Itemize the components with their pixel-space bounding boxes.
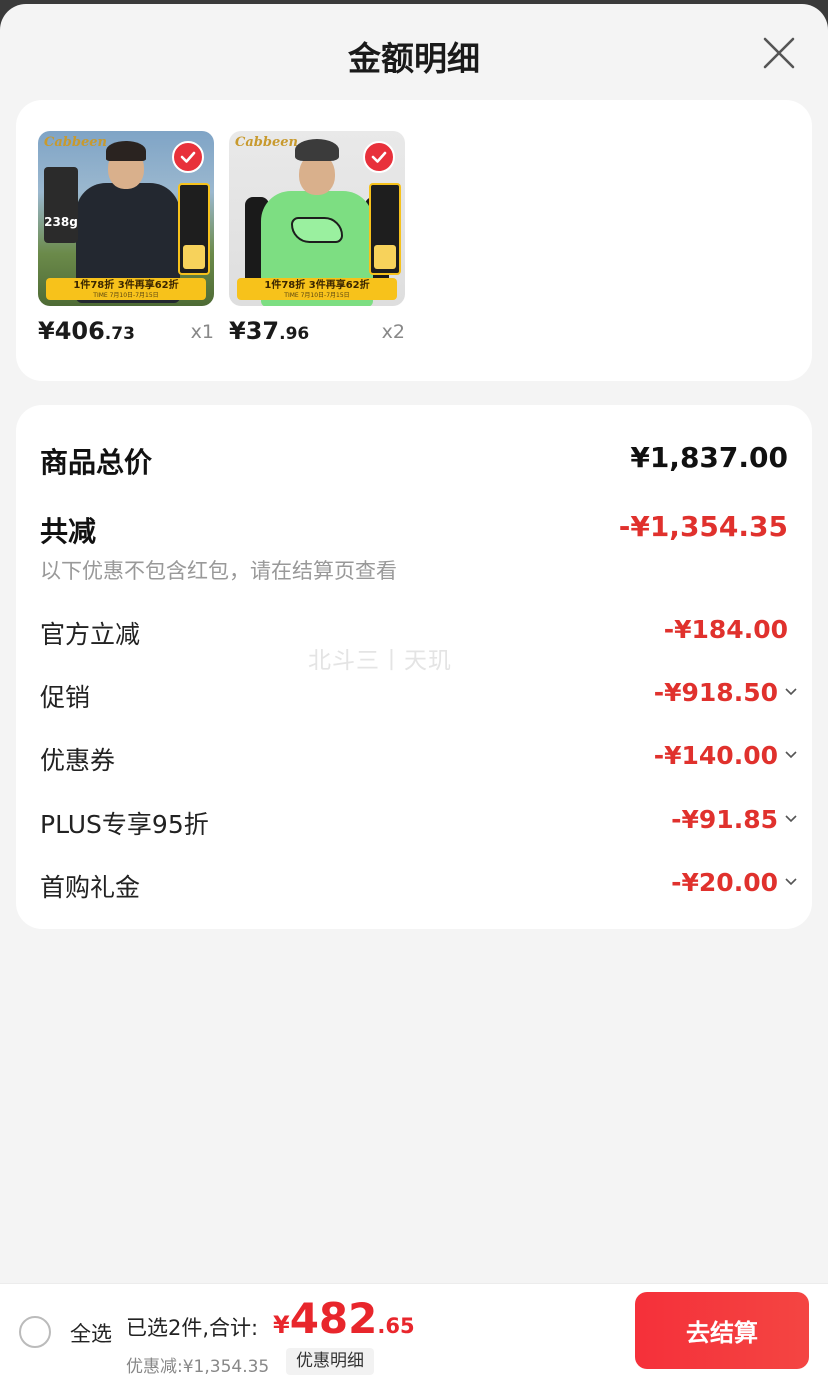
discount-label: 首购礼金 — [40, 873, 141, 902]
promo-side-panel — [369, 183, 401, 275]
discount-label: PLUS专享95折 — [40, 810, 209, 839]
product-quantity: x2 — [381, 321, 405, 343]
chevron-down-icon[interactable] — [784, 874, 798, 888]
sheet-header: 金额明细 — [0, 4, 828, 100]
discount-detail-button[interactable]: 优惠明细 — [286, 1348, 374, 1375]
product-item[interactable]: Cabbeen 1件78折 3件再享62折 TIME 7月10日-7月15日 ¥… — [229, 131, 405, 345]
select-all-radio[interactable] — [19, 1316, 51, 1348]
product-item[interactable]: Cabbeen 238g 1件78折 3件再享62折 TIME 7月10日-7月… — [38, 131, 214, 345]
total-integer: 482 — [289, 1294, 378, 1343]
products-card: Cabbeen 238g 1件78折 3件再享62折 TIME 7月10日-7月… — [16, 100, 812, 381]
discount-note: 以下优惠不包含红包，请在结算页查看 — [40, 559, 397, 583]
discount-value: -¥140.00 — [653, 741, 778, 770]
promo-time: TIME 7月10日-7月15日 — [93, 292, 159, 299]
product-price: ¥37.96 — [229, 317, 309, 345]
promo-text: 1件78折 3件再享62折 — [264, 280, 370, 291]
promo-text: 1件78折 3件再享62折 — [73, 280, 179, 291]
close-button[interactable] — [762, 36, 796, 70]
total-price-label: 商品总价 — [40, 446, 153, 479]
total-reduce-label: 共减 — [40, 515, 97, 548]
product-price: ¥406.73 — [38, 317, 135, 345]
discount-label: 优惠券 — [40, 746, 116, 775]
product-quantity: x1 — [190, 321, 214, 343]
discount-value: -¥918.50 — [653, 678, 778, 707]
price-cents: .96 — [279, 324, 310, 344]
promo-strip: 1件78折 3件再享62折 TIME 7月10日-7月15日 — [237, 278, 397, 300]
discount-summary: 优惠减:¥1,354.35 — [126, 1357, 270, 1376]
summary-card: 商品总价 ¥1,837.00 共减 -¥1,354.35 以下优惠不包含红包，请… — [16, 405, 812, 929]
page-title: 金额明细 — [348, 39, 480, 78]
close-icon — [763, 37, 795, 69]
total-price-value: ¥1,837.00 — [630, 441, 788, 474]
discount-label: 促销 — [40, 683, 91, 712]
shirt-print — [291, 217, 343, 243]
model-hair — [106, 141, 146, 161]
product-checkbox[interactable] — [363, 141, 395, 173]
total-amount: ¥482.65 — [273, 1294, 415, 1343]
price-cents: .73 — [104, 324, 135, 344]
discount-value: -¥20.00 — [671, 868, 778, 897]
check-icon — [180, 151, 196, 163]
total-currency: ¥ — [273, 1311, 290, 1339]
product-image[interactable]: Cabbeen 1件78折 3件再享62折 TIME 7月10日-7月15日 — [229, 131, 405, 306]
product-checkbox[interactable] — [172, 141, 204, 173]
model-cap — [295, 139, 339, 161]
select-all-label[interactable]: 全选 — [70, 1318, 112, 1348]
checkout-button[interactable]: 去结算 — [635, 1292, 809, 1369]
promo-time: TIME 7月10日-7月15日 — [284, 292, 350, 299]
discount-value: -¥91.85 — [671, 805, 778, 834]
product-image[interactable]: Cabbeen 238g 1件78折 3件再享62折 TIME 7月10日-7月… — [38, 131, 214, 306]
promo-strip: 1件78折 3件再享62折 TIME 7月10日-7月15日 — [46, 278, 206, 300]
chevron-down-icon[interactable] — [784, 811, 798, 825]
discount-value: -¥184.00 — [663, 615, 788, 644]
selected-count-text: 已选2件,合计: — [126, 1316, 259, 1340]
watermark: 北斗三丨天玑 — [308, 648, 452, 674]
brand-logo: Cabbeen — [44, 135, 107, 150]
brand-logo: Cabbeen — [235, 135, 298, 150]
chevron-down-icon[interactable] — [784, 684, 798, 698]
checkout-bar: 全选 已选2件,合计: ¥482.65 优惠减:¥1,354.35 优惠明细 去… — [0, 1283, 828, 1376]
weight-badge: 238g — [44, 167, 78, 243]
total-reduce-value: -¥1,354.35 — [618, 510, 788, 543]
total-cents: .65 — [377, 1314, 415, 1338]
amount-detail-sheet: 金额明细 Cabbeen 238g 1件78折 3件再享62折 TIME 7月1… — [0, 4, 828, 1376]
chevron-down-icon[interactable] — [784, 747, 798, 761]
check-icon — [371, 151, 387, 163]
promo-side-panel — [178, 183, 210, 275]
price-integer: ¥37 — [229, 317, 280, 345]
discount-label: 官方立减 — [40, 620, 141, 649]
price-integer: ¥406 — [38, 317, 105, 345]
